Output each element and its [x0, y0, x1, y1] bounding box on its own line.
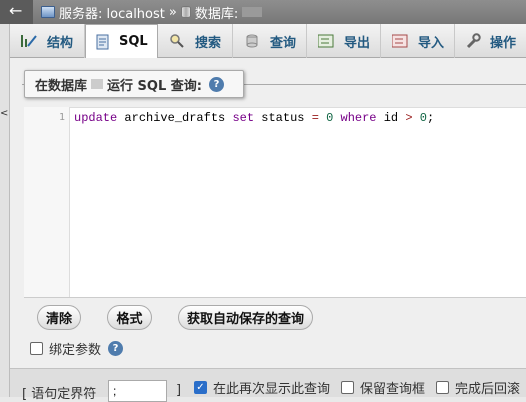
bind-params-checkbox[interactable]	[30, 342, 43, 355]
delimiter-input[interactable]	[108, 380, 167, 402]
tab-operations-label: 操作	[490, 35, 517, 51]
import-icon	[391, 33, 409, 49]
export-icon	[317, 33, 335, 49]
tab-structure-label: 结构	[47, 35, 74, 51]
tab-bar: 结构 SQL 搜索 查询 导出 导入 操作	[10, 24, 526, 59]
tab-import-label: 导入	[417, 35, 444, 51]
rollback-label: 完成后回滚	[455, 382, 521, 397]
delimiter-label: [ 语句定界符	[22, 387, 97, 402]
show-again-checkbox[interactable]: ✓	[194, 381, 207, 394]
tab-structure[interactable]: 结构	[10, 24, 85, 58]
database-icon	[180, 6, 191, 18]
tab-export-label: 导出	[343, 35, 370, 51]
footer-checkbox-group: ✓ 在此再次显示此查询 保留查询框 完成后回滚	[194, 378, 526, 397]
tab-sql[interactable]: SQL	[85, 24, 158, 59]
editor-line-gutter	[24, 107, 70, 297]
left-gutter	[0, 0, 10, 397]
tab-query[interactable]: 查询	[233, 24, 307, 58]
tab-search[interactable]: 搜索	[158, 24, 233, 58]
format-button[interactable]: 格式	[107, 305, 152, 330]
retain-box-label: 保留查询框	[360, 382, 426, 397]
structure-icon	[20, 33, 38, 49]
help-icon[interactable]: ?	[208, 76, 224, 92]
retain-box-checkbox[interactable]	[341, 381, 355, 394]
query-icon	[243, 33, 261, 49]
bind-params-label: 绑定参数	[49, 343, 102, 358]
help-icon[interactable]: ?	[108, 341, 124, 356]
bind-params-row: 绑定参数 ?	[30, 339, 124, 358]
arrow-left-icon: ←	[9, 1, 23, 20]
tab-import[interactable]: 导入	[381, 24, 455, 58]
breadcrumb-server[interactable]: 服务器: localhost	[59, 3, 165, 22]
sql-editor[interactable]	[24, 107, 526, 297]
line-number: 1	[58, 112, 65, 123]
editor-border	[24, 297, 526, 298]
breadcrumb-separator: »	[168, 4, 177, 20]
tab-search-label: 搜索	[195, 35, 222, 51]
server-icon	[41, 6, 55, 18]
clear-button[interactable]: 清除	[37, 305, 81, 330]
legend-prefix: 在数据库	[35, 78, 88, 94]
show-again-label: 在此再次显示此查询	[213, 382, 331, 397]
tab-operations[interactable]: 操作	[455, 24, 525, 58]
tab-query-label: 查询	[269, 35, 296, 51]
wrench-icon	[465, 33, 481, 49]
tab-export[interactable]: 导出	[307, 24, 381, 58]
sql-icon	[96, 34, 110, 50]
legend-suffix: 运行 SQL 查询:	[107, 78, 202, 94]
delimiter-close: ]	[176, 383, 182, 398]
tab-sql-label: SQL	[119, 34, 148, 49]
breadcrumb: 服务器: localhost » 数据库:	[33, 0, 526, 24]
redacted-database-name	[91, 79, 104, 89]
sql-panel-legend: 在数据库 运行 SQL 查询: ?	[24, 70, 244, 98]
search-icon	[168, 33, 186, 49]
breadcrumb-database[interactable]: 数据库:	[195, 3, 238, 22]
rollback-checkbox[interactable]	[436, 381, 450, 394]
get-autosaved-query-button[interactable]: 获取自动保存的查询	[178, 305, 313, 330]
redacted-database-name	[242, 7, 263, 17]
collapse-nav-button[interactable]: ←	[0, 0, 33, 24]
collapse-marker-icon: <	[0, 108, 9, 119]
sql-query-text[interactable]: update archive_drafts set status = 0 whe…	[74, 111, 434, 125]
